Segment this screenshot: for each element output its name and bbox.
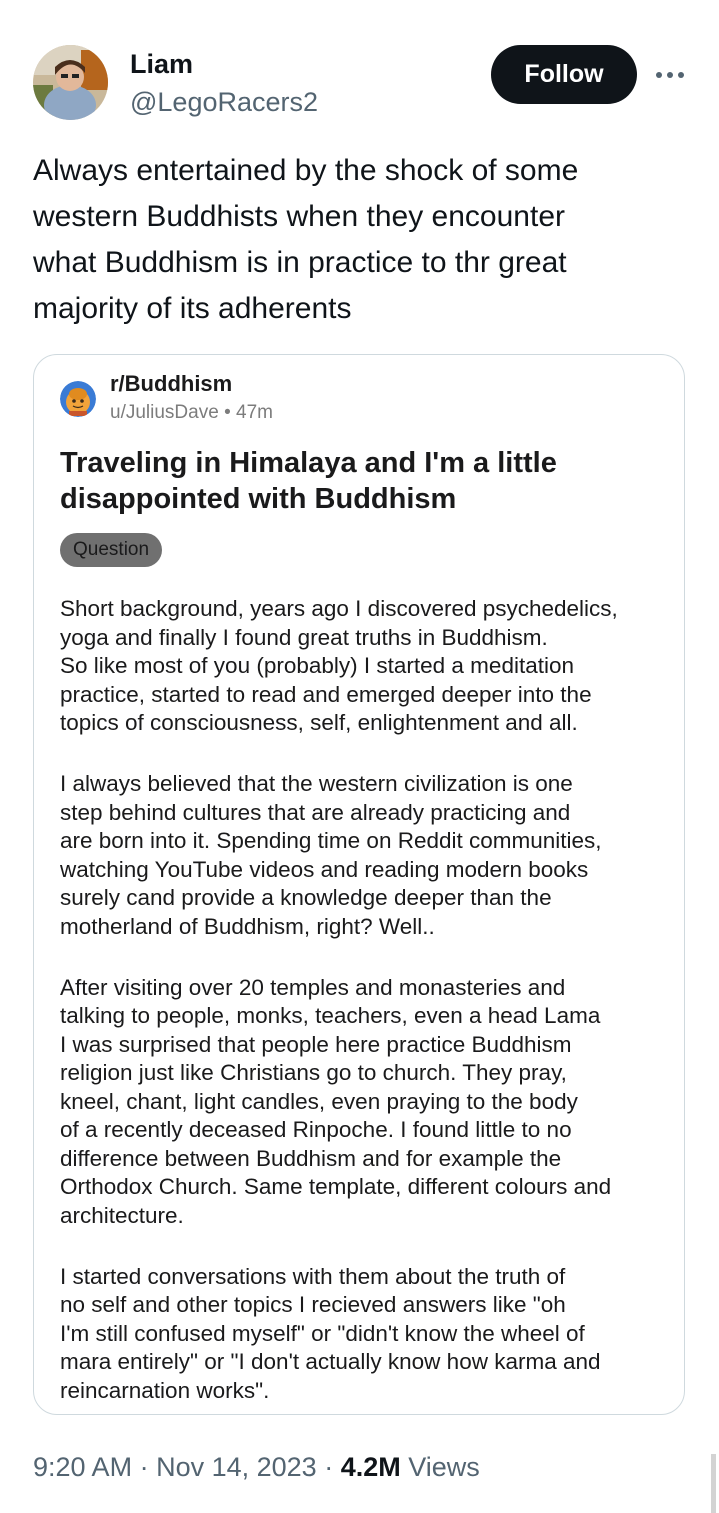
body-line: topics of consciousness, self, enlighten…	[60, 710, 578, 735]
tweet-time[interactable]: 9:20 AM	[33, 1452, 132, 1482]
views-label: Views	[408, 1452, 480, 1482]
dot-separator: ·	[139, 1452, 157, 1482]
meta-separator: •	[224, 402, 236, 423]
body-line: religion just like Christians go to chur…	[60, 1060, 567, 1085]
post-paragraph: I always believed that the western civil…	[60, 770, 670, 941]
body-line: difference between Buddhism and for exam…	[60, 1145, 562, 1171]
post-meta: u/JuliusDave • 47m	[110, 401, 273, 425]
subreddit-icon	[60, 381, 96, 417]
body-line: Short background, years ago I discovered…	[60, 596, 618, 621]
views-count: 4.2M	[340, 1452, 401, 1482]
author-handle[interactable]: @LegoRacers2	[130, 86, 318, 118]
body-line: kneel, chant, light candles, even prayin…	[60, 1088, 578, 1114]
post-paragraph: After visiting over 20 temples and monas…	[60, 974, 670, 1231]
more-options-button[interactable]	[650, 58, 690, 92]
post-title-line: Traveling in Himalaya and I'm a little	[60, 447, 557, 479]
follow-button[interactable]: Follow	[491, 45, 637, 104]
post-flair: Question	[60, 533, 163, 567]
author-name[interactable]: Liam	[130, 48, 193, 80]
tweet-text-line: western Buddhists when they encounter	[33, 200, 565, 233]
body-line: talking to people, monks, teachers, even…	[60, 1003, 601, 1028]
dot-separator: ·	[324, 1452, 341, 1482]
subreddit-name: r/Buddhism	[110, 371, 233, 396]
body-line: motherland of Buddhism, right? Well..	[60, 913, 435, 939]
body-line: reincarnation works".	[60, 1377, 270, 1403]
post-paragraph: Short background, years ago I discovered…	[60, 595, 670, 738]
attached-image-card[interactable]: r/Buddhism u/JuliusDave • 47m Traveling …	[33, 354, 685, 1415]
post-title: Traveling in Himalaya and I'm a little d…	[60, 445, 660, 517]
post-time: 47m	[236, 402, 273, 423]
body-line: architecture.	[60, 1202, 184, 1228]
tweet-date[interactable]: Nov 14, 2023	[156, 1452, 317, 1482]
body-line: step behind cultures that are already pr…	[60, 799, 571, 825]
body-line: After visiting over 20 temples and monas…	[60, 974, 566, 1000]
tweet-text-line: majority of its adherents	[33, 292, 352, 325]
post-body: Short background, years ago I discovered…	[60, 595, 670, 1414]
body-line: I'm still confused myself" or "didn't kn…	[60, 1320, 585, 1346]
tweet-timestamp-row: 9:20 AM · Nov 14, 2023 · 4.2M Views	[33, 1450, 480, 1484]
author-avatar[interactable]	[33, 45, 108, 120]
more-horizontal-icon	[656, 72, 684, 78]
body-line: no self and other topics I recieved answ…	[60, 1292, 566, 1317]
tweet-text-line: what Buddhism is in practice to thr grea…	[33, 246, 567, 279]
tweet-text-line: Always entertained by the shock of some	[33, 154, 579, 187]
body-line: surely cand provide a knowledge deeper t…	[60, 885, 552, 910]
scrollbar-thumb[interactable]	[711, 1454, 716, 1513]
body-line: mara entirely" or "I don't actually know…	[60, 1349, 601, 1374]
body-line: watching YouTube videos and reading mode…	[60, 856, 589, 882]
body-line: I was surprised that people here practic…	[60, 1031, 572, 1057]
post-title-line: disappointed with Buddhism	[60, 483, 457, 515]
body-line: I always believed that the western civil…	[60, 771, 573, 796]
body-line: yoga and finally I found great truths in…	[60, 624, 548, 650]
tweet-text: Always entertained by the shock of some …	[33, 148, 673, 332]
body-line: So like most of you (probably) I started…	[60, 653, 574, 678]
body-line: are born into it. Spending time on Reddi…	[60, 828, 602, 853]
body-line: practice, started to read and emerged de…	[60, 681, 592, 707]
post-paragraph: I started conversations with them about …	[60, 1263, 670, 1406]
body-line: Orthodox Church. Same template, differen…	[60, 1174, 612, 1199]
body-line: I started conversations with them about …	[60, 1263, 566, 1289]
post-author: u/JuliusDave	[110, 402, 219, 423]
body-line: of a recently deceased Rinpoche. I found…	[60, 1117, 572, 1142]
